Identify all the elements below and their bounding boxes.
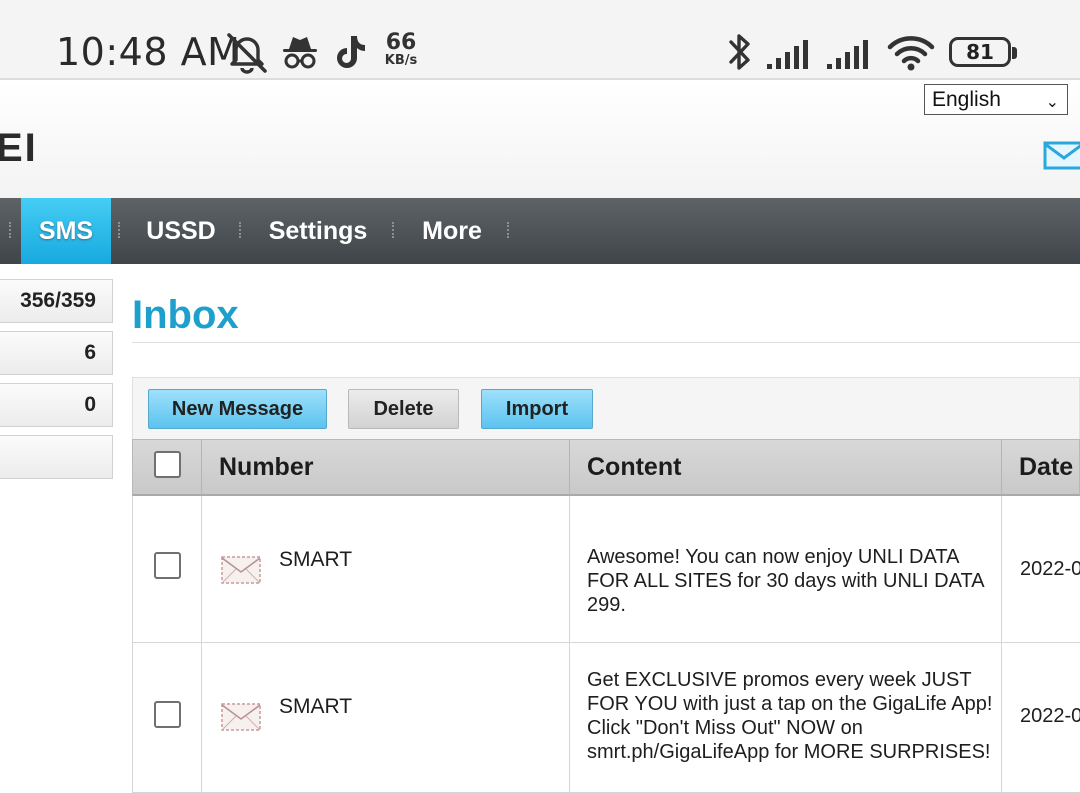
nav-item-more[interactable]: More: [408, 198, 496, 264]
network-speed: 66 KB/s: [381, 32, 421, 68]
sidebar-item-drafts-count[interactable]: 0: [0, 383, 113, 427]
table-row[interactable]: SMART Awesome! You can now enjoy UNLI DA…: [132, 496, 1080, 643]
message-date: 2022-0: [1020, 558, 1080, 580]
row-checkbox[interactable]: [154, 701, 181, 728]
battery-icon: 81: [949, 37, 1017, 67]
sidebar-item-extra[interactable]: [0, 435, 113, 479]
sender-number: SMART: [279, 695, 353, 718]
page-title: Inbox: [132, 293, 239, 337]
wifi-icon: [887, 36, 935, 71]
cell-divider: [569, 643, 570, 792]
brand-logo: EI: [0, 126, 38, 170]
chevron-down-icon: ⌄: [1045, 94, 1059, 111]
new-message-button[interactable]: New Message: [148, 389, 327, 429]
nav-separator: [392, 222, 394, 238]
sender-number: SMART: [279, 548, 353, 571]
select-all-checkbox[interactable]: [154, 451, 181, 478]
cell-divider: [201, 643, 202, 792]
cell-divider: [201, 496, 202, 642]
router-header: EI English ⌄: [0, 82, 1080, 198]
table-header: Number Content Date: [132, 439, 1080, 496]
column-header-number[interactable]: Number: [202, 440, 313, 495]
delete-button[interactable]: Delete: [348, 389, 459, 429]
cell-divider: [1001, 643, 1002, 792]
nav-item-sms[interactable]: SMS: [21, 198, 111, 264]
incognito-icon: [283, 37, 317, 69]
status-bar: 10:48 AM 66 KB/s 81: [0, 0, 1080, 80]
column-header-content[interactable]: Content: [570, 440, 681, 495]
language-select-value: English: [932, 88, 1001, 111]
signal-2-icon: [827, 40, 868, 69]
language-select[interactable]: English ⌄: [924, 84, 1068, 115]
message-content: Get EXCLUSIVE promos every week JUST FOR…: [587, 669, 993, 763]
nav-separator: [507, 222, 509, 238]
status-time: 10:48 AM: [56, 30, 241, 74]
title-divider: [132, 342, 1080, 343]
muted-bell-icon: [227, 33, 267, 74]
row-checkbox[interactable]: [154, 552, 181, 579]
main-nav: SMS USSD Settings More: [0, 198, 1080, 264]
nav-separator: [118, 222, 120, 238]
signal-1-icon: [767, 40, 808, 69]
network-speed-unit: KB/s: [384, 53, 418, 68]
nav-item-ussd[interactable]: USSD: [134, 198, 228, 264]
sidebar-item-outbox-count[interactable]: 6: [0, 331, 113, 375]
cell-divider: [569, 496, 570, 642]
import-button[interactable]: Import: [481, 389, 593, 429]
table-row[interactable]: SMART Get EXCLUSIVE promos every week JU…: [132, 643, 1080, 793]
nav-item-settings[interactable]: Settings: [254, 198, 382, 264]
network-speed-value: 66: [385, 30, 417, 55]
cell-divider: [1001, 496, 1002, 642]
mail-icon[interactable]: [1043, 140, 1080, 172]
bluetooth-icon: [729, 34, 750, 70]
message-content: Awesome! You can now enjoy UNLI DATA FOR…: [587, 546, 984, 616]
envelope-icon: [221, 556, 261, 584]
nav-separator: [239, 222, 241, 238]
column-header-date[interactable]: Date: [1002, 440, 1073, 495]
sidebar-item-inbox-count[interactable]: 356/359: [0, 279, 113, 323]
envelope-icon: [221, 703, 261, 731]
sms-toolbar: New Message Delete Import: [132, 377, 1080, 439]
nav-separator: [9, 222, 11, 238]
tiktok-icon: [337, 36, 365, 68]
message-date: 2022-0: [1020, 705, 1080, 727]
